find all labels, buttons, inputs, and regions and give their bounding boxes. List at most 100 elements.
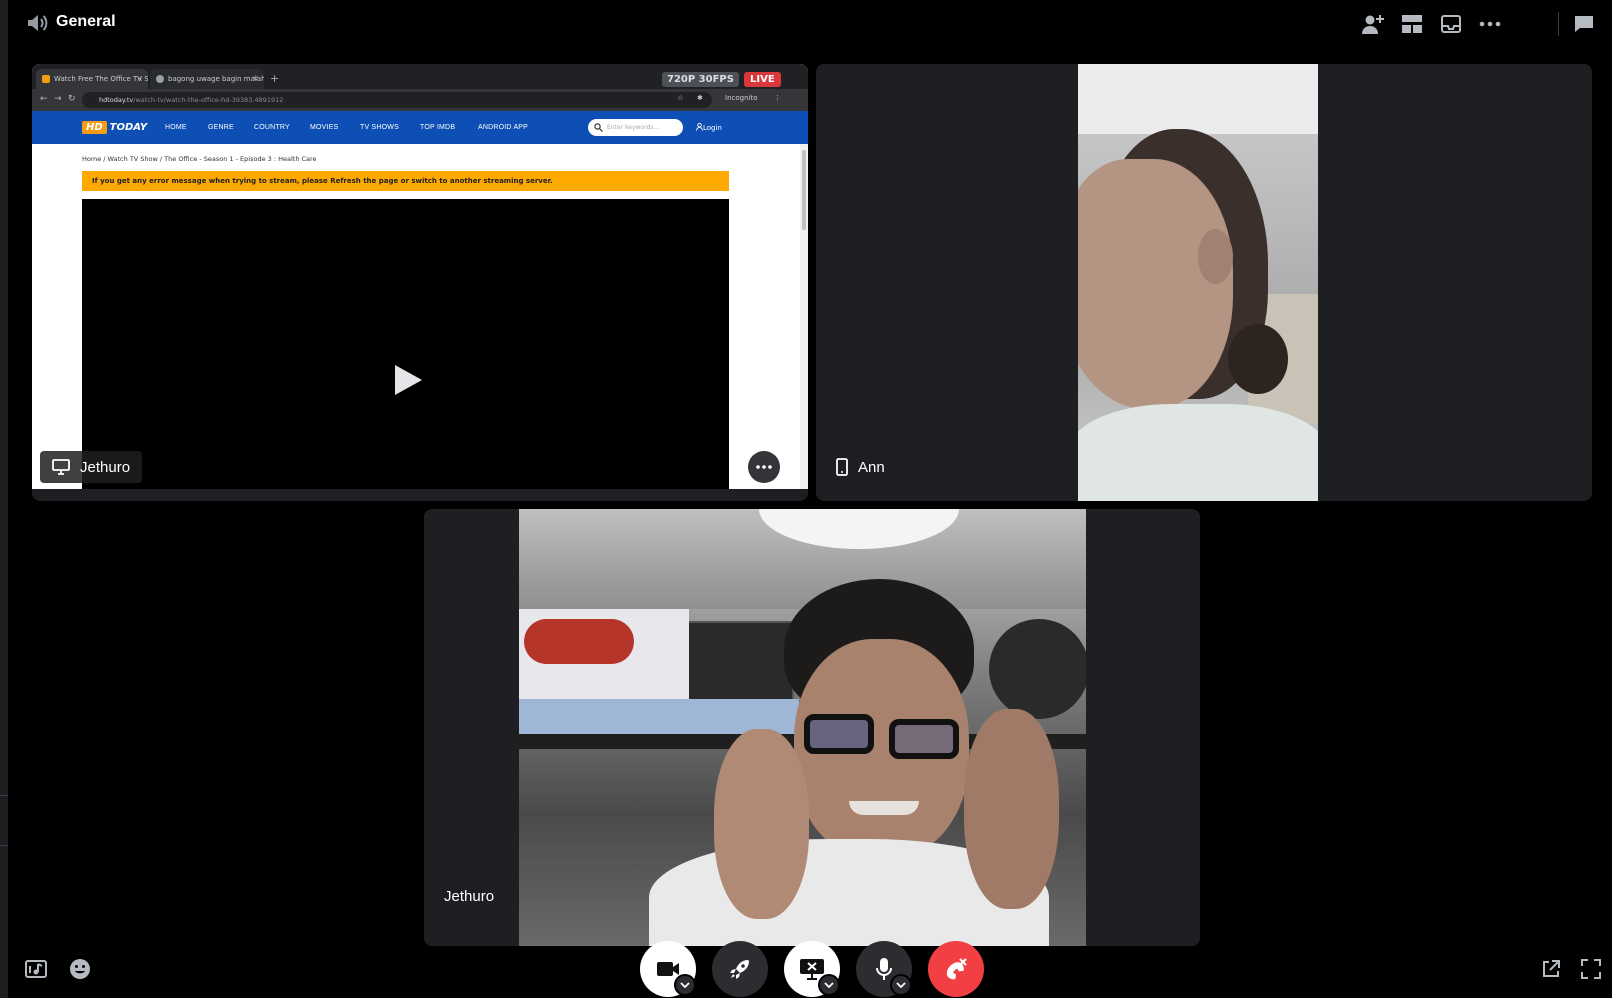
grid-layout-button[interactable] xyxy=(1399,11,1425,37)
microphone-options-button[interactable] xyxy=(890,974,912,996)
ear xyxy=(1198,229,1233,284)
site-login: Login xyxy=(696,122,722,132)
shirt xyxy=(1078,404,1318,501)
smile xyxy=(849,801,919,815)
url-field: hdtoday.tv/watch-tv/watch-the-office-hd-… xyxy=(82,92,712,108)
more-icon xyxy=(1479,21,1501,27)
share-options-button[interactable] xyxy=(818,974,840,996)
forward-arrow-icon: → xyxy=(54,94,62,104)
red-pillow xyxy=(524,619,634,664)
microphone-icon xyxy=(876,958,892,980)
inbox-button[interactable] xyxy=(1438,11,1464,37)
add-user-icon xyxy=(1362,15,1384,34)
scrollbar-thumb xyxy=(802,150,806,230)
more-button[interactable] xyxy=(1477,11,1503,37)
participant-tile-jethuro[interactable]: Jethuro xyxy=(424,509,1200,946)
fullscreen-button[interactable] xyxy=(1578,956,1604,982)
wall-highlight xyxy=(1078,64,1318,134)
search-placeholder: Enter keywords... xyxy=(607,124,660,131)
left-rail xyxy=(0,0,8,998)
site-page: Home / Watch TV Show / The Office - Seas… xyxy=(32,144,808,489)
url-host: hdtoday.tv xyxy=(99,96,134,104)
fan xyxy=(989,619,1086,719)
logo-text: TODAY xyxy=(109,122,148,133)
site-favicon-icon xyxy=(42,75,50,83)
chat-button[interactable] xyxy=(1571,11,1597,37)
tile-more-button[interactable] xyxy=(748,451,780,483)
channel-name: General xyxy=(56,13,116,30)
right-hand xyxy=(964,709,1059,909)
stream-warning: If you get any error message when trying… xyxy=(82,171,729,191)
extension-icon: ✱ xyxy=(697,94,703,102)
voice-call-view: General Watch Free The Office TV Shows × xyxy=(0,0,1612,998)
camera-options-button[interactable] xyxy=(674,974,696,996)
site-menu-item: HOME xyxy=(165,124,187,131)
emoji-button[interactable] xyxy=(67,956,93,982)
soundboard-button[interactable] xyxy=(23,956,49,982)
site-menu-item: TOP IMDB xyxy=(420,124,456,131)
glasses-right xyxy=(889,719,959,759)
monitor-icon xyxy=(52,459,70,475)
user-icon xyxy=(696,122,703,131)
stream-quality-badge: 720P 30FPS xyxy=(662,72,739,87)
site-menu-item: MOVIES xyxy=(310,124,339,131)
popout-button[interactable] xyxy=(1538,956,1564,982)
camera-feed xyxy=(519,509,1086,946)
screen-share-tile[interactable]: Watch Free The Office TV Shows × bagong … xyxy=(32,64,808,501)
chevron-down-icon xyxy=(824,982,834,988)
grid-layout-icon xyxy=(1402,15,1422,33)
site-navbar: HD TODAY HOME GENRE COUNTRY MOVIES TV SH… xyxy=(32,111,808,144)
rail-divider xyxy=(0,795,8,796)
chevron-down-icon xyxy=(896,982,906,988)
phone-icon xyxy=(836,458,848,476)
tab-title: bagong uwage bagin malaha xyxy=(168,75,264,83)
search-icon xyxy=(594,123,603,132)
glasses-left xyxy=(804,714,874,754)
disconnect-button[interactable] xyxy=(928,941,984,997)
site-breadcrumb: Home / Watch TV Show / The Office - Seas… xyxy=(82,155,317,163)
site-menu-item: ANDROID APP xyxy=(478,124,529,131)
chat-icon xyxy=(1575,16,1593,32)
tab-close-icon: × xyxy=(252,74,259,83)
disconnect-icon xyxy=(946,958,967,980)
activity-button[interactable] xyxy=(712,941,768,997)
browser-tab: Watch Free The Office TV Shows × xyxy=(36,69,148,89)
site-logo: HD TODAY xyxy=(82,119,147,136)
call-header: General xyxy=(8,0,1612,48)
tab-close-icon: × xyxy=(136,74,143,83)
site-search-box: Enter keywords... xyxy=(588,119,683,136)
tab-title: Watch Free The Office TV Shows xyxy=(54,75,148,83)
star-icon: ☆ xyxy=(677,94,684,102)
participant-name: Jethuro xyxy=(80,458,131,476)
browser-address-bar: ← → ↻ hdtoday.tv/watch-tv/watch-the-offi… xyxy=(32,89,808,111)
inbox-icon xyxy=(1441,15,1461,33)
face xyxy=(1078,159,1233,409)
add-user-button[interactable] xyxy=(1360,11,1386,37)
login-label: Login xyxy=(703,124,722,132)
participant-name: Ann xyxy=(858,458,885,476)
popout-icon xyxy=(1543,960,1560,977)
participant-name-tag: Ann xyxy=(824,451,897,483)
site-menu-item: GENRE xyxy=(208,124,234,131)
participant-name-tag: Jethuro xyxy=(432,880,507,912)
logo-badge: HD xyxy=(82,121,107,134)
site-menu-item: TV SHOWS xyxy=(360,124,399,131)
activity-rocket-icon xyxy=(730,960,749,979)
camera-feed xyxy=(1078,64,1318,501)
site-menu-item: COUNTRY xyxy=(254,124,290,131)
shared-screen: Watch Free The Office TV Shows × bagong … xyxy=(32,64,808,489)
video-player xyxy=(82,199,729,489)
back-arrow-icon: ← xyxy=(40,94,48,104)
left-hand xyxy=(714,729,809,919)
new-tab-icon: + xyxy=(270,72,280,85)
reload-icon: ↻ xyxy=(68,94,76,104)
fullscreen-icon xyxy=(1581,959,1601,979)
speaker-icon xyxy=(26,13,48,33)
camera-icon xyxy=(657,962,679,976)
soundboard-icon xyxy=(25,960,47,978)
more-icon xyxy=(756,465,772,469)
browser-tabstrip: Watch Free The Office TV Shows × bagong … xyxy=(32,64,808,89)
participant-tile-ann[interactable]: Ann xyxy=(816,64,1592,501)
participant-name: Jethuro xyxy=(444,887,495,905)
browser-menu-icon: ⋮ xyxy=(774,94,781,102)
